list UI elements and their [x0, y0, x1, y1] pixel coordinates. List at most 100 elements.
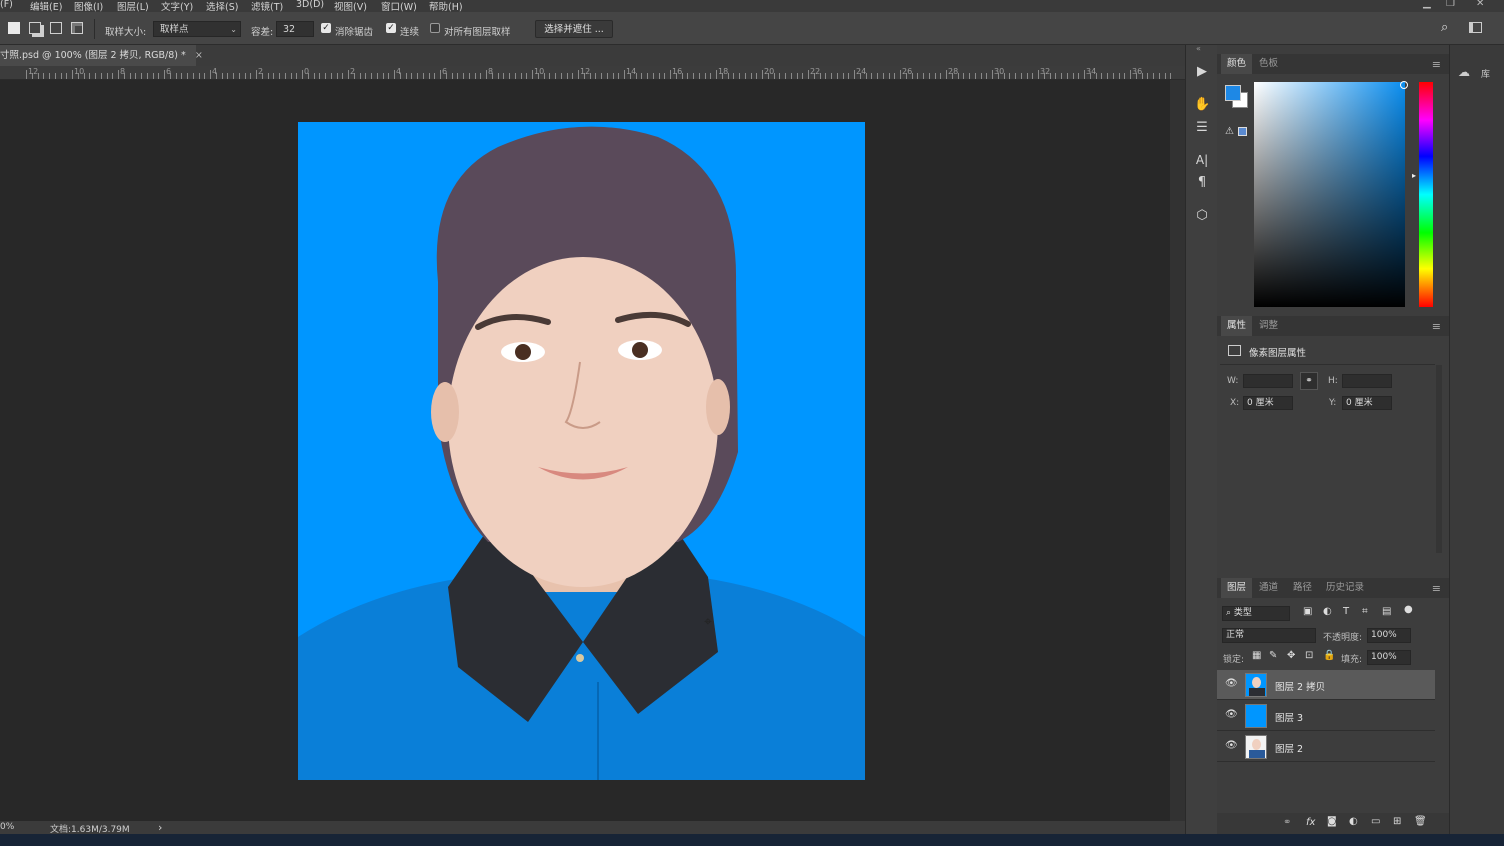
new-layer-icon[interactable]: ⊞: [1393, 816, 1401, 827]
libraries-icon[interactable]: ☁: [1458, 65, 1470, 79]
menu-3d[interactable]: 3D(D): [296, 0, 324, 10]
lock-transparent-icon[interactable]: ▦: [1252, 650, 1261, 661]
fx-icon[interactable]: fx: [1306, 817, 1315, 828]
ruler-major-tick: [900, 70, 901, 79]
sample-size-select[interactable]: 取样点 ⌄: [153, 21, 241, 37]
collapse-arrows-icon[interactable]: «: [1196, 44, 1201, 53]
visibility-eye-icon[interactable]: 👁: [1225, 740, 1238, 751]
layer-row[interactable]: 👁 图层 2: [1217, 732, 1435, 762]
lock-pixels-icon[interactable]: ✎: [1269, 650, 1277, 661]
layer-thumbnail-portrait: [1245, 735, 1267, 759]
color-field[interactable]: [1254, 82, 1405, 307]
hue-slider-handle[interactable]: ▸: [1412, 171, 1416, 180]
y-input[interactable]: 0 厘米: [1342, 396, 1392, 410]
new-adjustment-icon[interactable]: ◐: [1349, 816, 1358, 827]
tab-color[interactable]: 颜色: [1221, 54, 1253, 74]
filter-adjustment-icon[interactable]: ◐: [1323, 606, 1332, 617]
panel-menu-icon[interactable]: ≡: [1432, 582, 1441, 595]
websafe-swatch[interactable]: [1238, 127, 1247, 136]
zoom-level[interactable]: 0%: [0, 822, 14, 832]
ruler-minor-tick: [474, 73, 476, 79]
properties-scrollbar[interactable]: [1436, 365, 1442, 553]
ruler-minor-tick: [796, 73, 798, 79]
brush-settings-icon[interactable]: ✋: [1194, 97, 1210, 113]
select-and-mask-button[interactable]: 选择并遮住 ...: [535, 20, 613, 38]
blend-mode-select[interactable]: 正常: [1222, 628, 1316, 643]
visibility-eye-icon[interactable]: 👁: [1225, 709, 1238, 720]
lock-position-icon[interactable]: ✥: [1287, 650, 1295, 661]
new-group-icon[interactable]: ▭: [1371, 816, 1380, 827]
tab-adjustments[interactable]: 调整: [1253, 316, 1284, 336]
add-selection-icon[interactable]: [29, 22, 41, 34]
ruler-major-tick: [210, 70, 211, 79]
new-selection-icon[interactable]: [8, 22, 20, 34]
tab-properties[interactable]: 属性: [1221, 316, 1253, 336]
libraries-label[interactable]: 库: [1481, 67, 1490, 80]
close-icon[interactable]: ✕: [1476, 0, 1484, 9]
menu-file[interactable]: (F): [0, 0, 13, 10]
tab-history[interactable]: 历史记录: [1320, 578, 1370, 598]
x-input[interactable]: 0 厘米: [1243, 396, 1293, 410]
layer-filter-select[interactable]: ⌕ 类型: [1222, 606, 1290, 621]
filter-pixel-icon[interactable]: ▣: [1303, 606, 1312, 617]
layer-row[interactable]: 👁 图层 2 拷贝: [1217, 670, 1435, 700]
add-mask-icon[interactable]: ◙: [1327, 816, 1337, 827]
layer-name[interactable]: 图层 3: [1275, 710, 1303, 724]
character-icon[interactable]: A|: [1194, 152, 1210, 168]
all-layers-label: 对所有图层取样: [444, 27, 511, 38]
color-picker-marker[interactable]: [1400, 81, 1408, 89]
tab-swatches[interactable]: 色板: [1253, 54, 1284, 74]
document-image[interactable]: [298, 122, 865, 780]
trash-icon[interactable]: 🗑: [1414, 816, 1427, 827]
paragraph-icon[interactable]: ¶: [1194, 175, 1210, 191]
filter-smart-object-icon[interactable]: ▤: [1382, 606, 1391, 617]
intersect-selection-icon[interactable]: [71, 22, 83, 34]
fill-input[interactable]: 100%: [1367, 650, 1411, 665]
panel-menu-icon[interactable]: ≡: [1432, 320, 1441, 333]
ruler-minor-tick: [606, 73, 608, 79]
restore-icon[interactable]: ❐: [1446, 0, 1455, 9]
panel-menu-icon[interactable]: ≡: [1432, 58, 1441, 71]
ruler-minor-tick: [43, 73, 45, 79]
document-tab[interactable]: 寸照.psd @ 100% (图层 2 拷贝, RGB/8) * ×: [0, 45, 203, 66]
all-layers-checkbox[interactable]: [430, 23, 440, 33]
vertical-scrollbar[interactable]: [1170, 80, 1185, 821]
hue-slider[interactable]: [1419, 82, 1433, 307]
subtract-selection-icon[interactable]: [50, 22, 62, 34]
actions-play-icon[interactable]: ▶: [1194, 64, 1210, 80]
tab-paths[interactable]: 路径: [1287, 578, 1318, 598]
search-icon[interactable]: ⌕: [1441, 20, 1448, 35]
visibility-eye-icon[interactable]: 👁: [1225, 678, 1238, 689]
contiguous-checkbox[interactable]: ✓: [386, 23, 396, 33]
workspace-icon[interactable]: [1469, 22, 1482, 33]
status-menu-arrow[interactable]: ›: [158, 821, 162, 834]
taskbar: [0, 834, 1504, 846]
tab-layers[interactable]: 图层: [1221, 578, 1253, 598]
filter-type-icon[interactable]: T: [1343, 606, 1349, 617]
link-layers-icon[interactable]: ⚭: [1283, 817, 1291, 828]
sliders-icon[interactable]: ☰: [1194, 120, 1210, 136]
layer-name[interactable]: 图层 2: [1275, 741, 1303, 755]
filter-shape-icon[interactable]: ⌗: [1362, 606, 1368, 617]
tab-channels[interactable]: 通道: [1253, 578, 1284, 598]
antialias-checkbox[interactable]: ✓: [321, 23, 331, 33]
lock-artboard-icon[interactable]: ⊡: [1305, 650, 1313, 661]
canvas-area[interactable]: ⌖: [0, 80, 1170, 821]
ruler-minor-tick: [882, 73, 884, 79]
document-tab-bar: 寸照.psd @ 100% (图层 2 拷贝, RGB/8) * ×: [0, 45, 1185, 66]
minimize-icon[interactable]: ▁: [1423, 0, 1431, 9]
3d-cube-icon[interactable]: ⬡: [1194, 208, 1210, 224]
tab-close-icon[interactable]: ×: [195, 50, 203, 61]
filter-toggle-icon[interactable]: ●: [1404, 604, 1413, 615]
pupil-right: [632, 342, 648, 358]
ruler-major-tick: [1038, 70, 1039, 79]
link-icon[interactable]: ⚭: [1300, 372, 1318, 390]
height-input[interactable]: [1342, 374, 1392, 388]
lock-all-icon[interactable]: 🔒: [1323, 650, 1335, 661]
layer-name[interactable]: 图层 2 拷贝: [1275, 679, 1325, 693]
foreground-color-swatch[interactable]: [1225, 85, 1241, 101]
opacity-input[interactable]: 100%: [1367, 628, 1411, 643]
layer-row[interactable]: 👁 图层 3: [1217, 701, 1435, 731]
tolerance-input[interactable]: 32: [276, 21, 314, 37]
width-input[interactable]: [1243, 374, 1293, 388]
